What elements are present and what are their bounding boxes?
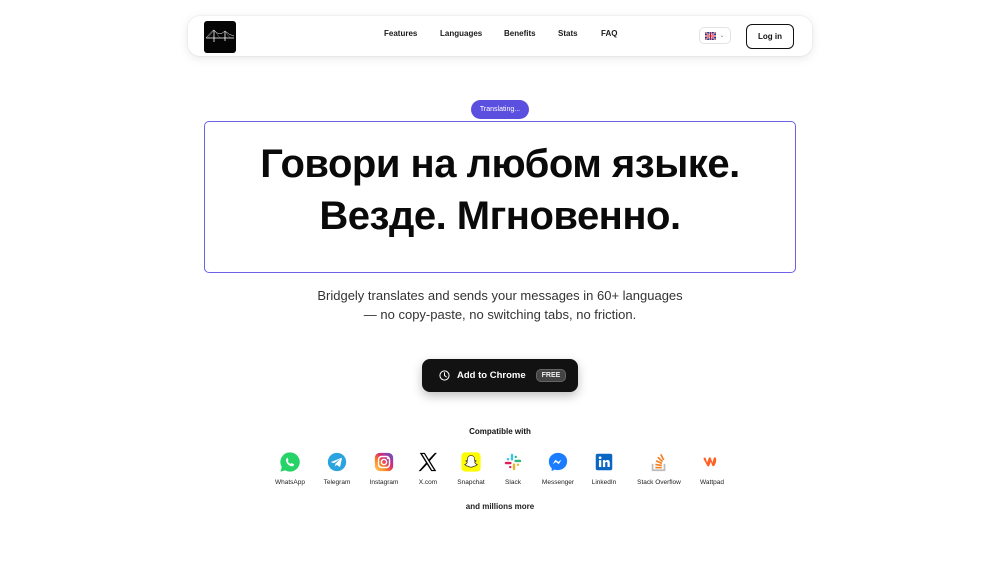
compatible-title: Compatible with [469, 427, 531, 436]
add-to-chrome-button[interactable]: Add to Chrome FREE [422, 359, 578, 392]
nav-link-stats[interactable]: Stats [558, 29, 578, 38]
cta-label: Add to Chrome [457, 370, 526, 381]
clock-icon [439, 370, 450, 381]
stack-overflow-icon [651, 453, 666, 472]
hero-subtitle: Bridgely translates and sends your messa… [0, 286, 1000, 324]
nav-link-features[interactable]: Features [384, 29, 417, 38]
chevron-down-icon: ⌄ [719, 32, 725, 39]
compatible-apps-list: WhatsApp Telegram Instagram X.com Snapch… [0, 448, 1000, 492]
free-badge: FREE [535, 369, 567, 382]
login-button[interactable]: Log in [746, 24, 794, 49]
top-navbar: Features Languages Benefits Stats FAQ ⌄ … [188, 16, 812, 56]
translating-badge: Translating... [471, 100, 529, 119]
slack-icon [504, 453, 522, 471]
instagram-icon [374, 452, 394, 472]
app-wattpad[interactable]: Wattpad [677, 448, 747, 486]
nav-link-faq[interactable]: FAQ [601, 29, 617, 38]
wattpad-icon [703, 457, 717, 467]
whatsapp-icon [280, 452, 300, 472]
nav-link-languages[interactable]: Languages [440, 29, 482, 38]
hero-headline: Говори на любом языке. Везде. Мгновенно. [0, 138, 1000, 242]
subtitle-line-1: Bridgely translates and sends your messa… [317, 288, 683, 303]
and-millions-more: and millions more [465, 502, 535, 511]
messenger-icon [548, 452, 568, 472]
nav-link-benefits[interactable]: Benefits [504, 29, 536, 38]
telegram-icon [327, 452, 347, 472]
linkedin-icon [595, 453, 613, 471]
gb-flag-icon [705, 31, 717, 40]
app-label: Wattpad [700, 479, 724, 486]
subtitle-line-2: — no copy-paste, no switching tabs, no f… [363, 307, 637, 322]
language-selector[interactable]: ⌄ [699, 27, 731, 44]
headline-line-1: Говори на любом языке. [260, 142, 740, 186]
headline-line-2: Везде. Мгновенно. [319, 194, 681, 238]
